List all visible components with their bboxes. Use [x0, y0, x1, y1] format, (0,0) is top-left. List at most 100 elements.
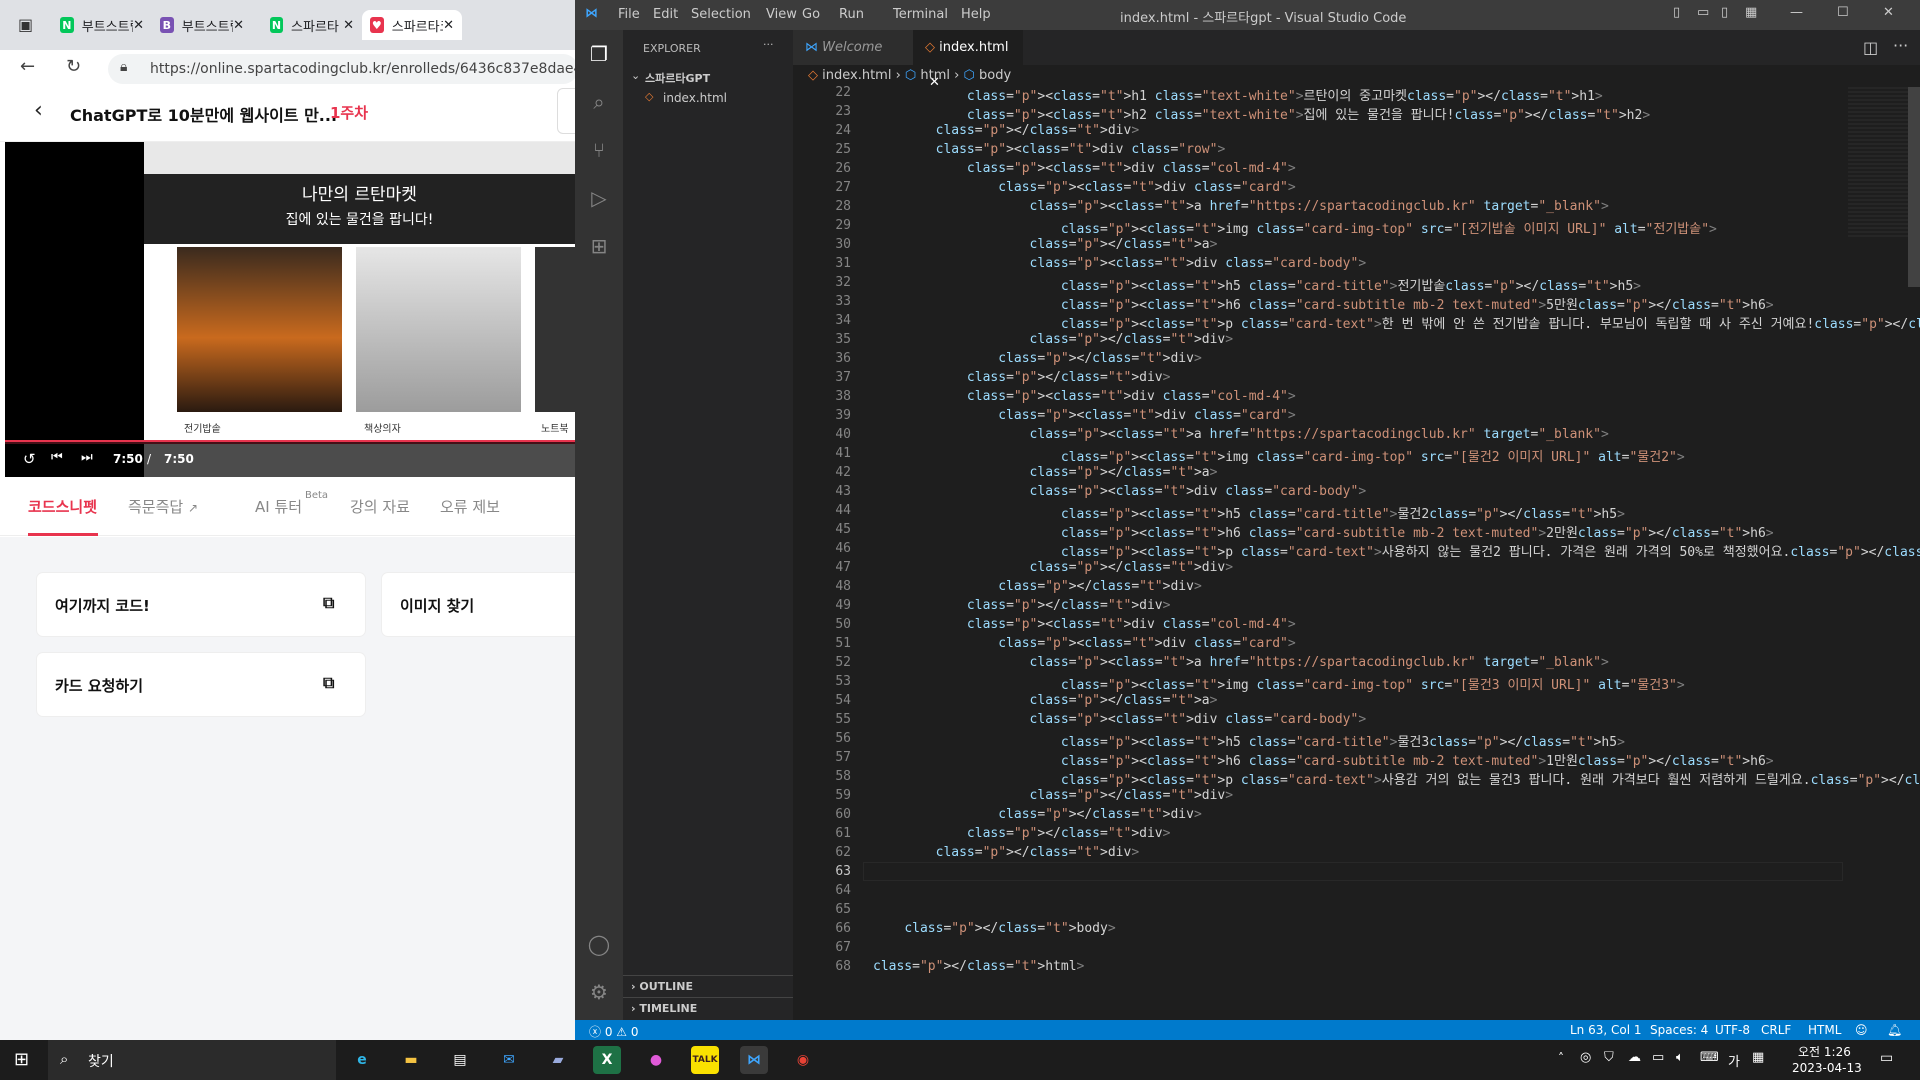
chrome-icon[interactable]: ◉ [789, 1046, 817, 1074]
copy-icon[interactable]: ⧉ [323, 673, 334, 693]
notifications-icon[interactable]: 🔔︎ [1887, 1023, 1902, 1037]
explorer-more-icon[interactable]: ··· [763, 38, 774, 51]
browser-tab[interactable]: N 스파르타 코✕ [262, 10, 362, 40]
reload-icon[interactable]: ↻ [66, 56, 81, 77]
file-index-html[interactable]: index.html [663, 91, 727, 105]
file-explorer-icon[interactable]: ▬ [397, 1046, 425, 1074]
excel-icon[interactable]: X [593, 1046, 621, 1074]
menu-selection[interactable]: Selection [691, 7, 751, 22]
vertical-scrollbar[interactable] [1908, 87, 1920, 287]
settings-gear-icon[interactable]: ⚙ [587, 980, 611, 1004]
menu-go[interactable]: Go [802, 7, 820, 22]
clock-time[interactable]: 오전 1:26 [1798, 1043, 1851, 1060]
tab-lecture-materials[interactable]: 강의 자료 [350, 496, 410, 517]
previous-icon[interactable]: ⏮ [51, 450, 63, 465]
breadcrumb-body[interactable]: body [979, 68, 1011, 83]
source-control-icon[interactable]: ⑂ [587, 138, 611, 162]
network-icon[interactable]: ▭ [1652, 1050, 1664, 1065]
edge-icon[interactable]: e [348, 1046, 376, 1074]
toggle-sidebar-icon[interactable]: ▯ [1673, 5, 1680, 20]
menu-file[interactable]: File [618, 7, 640, 22]
problems-indicator[interactable]: ⓧ 0 ⚠ 0 [589, 1023, 639, 1040]
video-player[interactable]: 나만의 르탄마켓 집에 있는 물건을 팝니다! 전기밥솥 책상의자 노트북 ↺ … [5, 142, 575, 477]
maximize-icon[interactable]: ☐ [1837, 5, 1849, 20]
notes-icon[interactable]: ▰ [544, 1046, 572, 1074]
header-action-box[interactable] [557, 88, 575, 134]
close-tab-icon[interactable]: ✕ [443, 18, 454, 33]
tab-ai-tutor[interactable]: AI 튜터 [255, 496, 302, 517]
store-icon[interactable]: ▤ [446, 1046, 474, 1074]
menu-run[interactable]: Run [839, 7, 864, 22]
close-tab-icon[interactable]: ✕ [233, 18, 244, 33]
extensions-icon[interactable]: ⊞ [587, 234, 611, 258]
layout-icon[interactable]: ▦ [1745, 5, 1757, 20]
copy-icon[interactable]: ⧉ [323, 593, 334, 613]
video-card-1-title: 전기밥솥 [184, 424, 221, 435]
clock-date[interactable]: 2023-04-13 [1792, 1061, 1862, 1075]
account-icon[interactable]: ◯ [587, 932, 611, 956]
url-field[interactable]: https://online.spartacodingclub.kr/enrol… [108, 54, 575, 84]
start-icon[interactable]: ⊞ [14, 1049, 29, 1070]
close-tab-icon[interactable]: ✕ [133, 18, 144, 33]
tray-app-icon[interactable]: ◎ [1580, 1050, 1591, 1065]
volume-icon[interactable]: 🔈︎ [1676, 1050, 1684, 1065]
tab-welcome[interactable]: ⋈ Welcome [793, 30, 913, 65]
outline-section[interactable]: › OUTLINE [623, 975, 793, 997]
browser-tab[interactable]: B 부트스트랩✕ [152, 10, 252, 40]
close-window-icon[interactable]: ✕ [1883, 5, 1894, 20]
onedrive-icon[interactable]: ☁ [1628, 1050, 1641, 1065]
taskbar-search[interactable]: ⌕ 찾기 [48, 1040, 336, 1080]
ime-mode-icon[interactable]: ▦ [1752, 1050, 1764, 1065]
indentation[interactable]: Spaces: 4 [1650, 1023, 1708, 1037]
mail-icon[interactable]: ✉ [495, 1046, 523, 1074]
next-icon[interactable]: ⏭ [81, 450, 93, 465]
close-tab-icon[interactable]: ✕ [343, 18, 354, 33]
workspace-folder[interactable]: 스파르타GPT [645, 70, 710, 86]
folder-chevron-icon[interactable]: ⌄ [631, 69, 640, 82]
minimap[interactable] [1848, 87, 1908, 237]
feedback-icon[interactable]: ☺ [1855, 1023, 1868, 1037]
back-arrow-icon[interactable]: ‹ [34, 98, 43, 123]
tab-instant-qa[interactable]: 즉문즉답 ↗ [128, 496, 198, 517]
ime-indicator[interactable]: 가 [1728, 1051, 1740, 1070]
cursor-position[interactable]: Ln 63, Col 1 [1570, 1023, 1642, 1037]
timeline-section[interactable]: › TIMELINE [623, 997, 793, 1019]
menu-help[interactable]: Help [961, 7, 991, 22]
explorer-icon[interactable]: ❐ [587, 42, 611, 66]
browser-tab[interactable]: ♥ 스파르타코✕ [362, 10, 462, 40]
vscode-taskbar-icon[interactable]: ⋈ [740, 1046, 768, 1074]
snippet-find-image[interactable]: 이미지 찾기 [382, 573, 575, 636]
minimize-icon[interactable]: — [1790, 5, 1803, 20]
back-icon[interactable]: ← [20, 56, 35, 77]
code-editor[interactable]: 22 class="p"><class="t">h1 class="text-w… [793, 85, 1920, 1020]
toggle-secondary-icon[interactable]: ▯ [1721, 5, 1728, 20]
tab-actions-icon[interactable]: ▣ [18, 15, 33, 34]
menu-terminal[interactable]: Terminal [893, 7, 948, 22]
editor-more-icon[interactable]: ··· [1893, 36, 1908, 55]
site-info-icon[interactable]: 🔒︎ [120, 59, 127, 75]
snippet-code-so-far[interactable]: 여기까지 코드! ⧉ [37, 573, 365, 636]
tab-index-html[interactable]: ◇ index.html ✕ [913, 30, 1023, 90]
tab-code-snippet[interactable]: 코드스니펫 [28, 496, 97, 517]
browser-tab[interactable]: N 부트스트랩✕ [52, 10, 152, 40]
notification-center-icon[interactable]: ▭ [1880, 1050, 1893, 1066]
menu-edit[interactable]: Edit [653, 7, 678, 22]
split-editor-icon[interactable]: ◫ [1863, 38, 1878, 57]
line-ending[interactable]: CRLF [1761, 1023, 1791, 1037]
snippet-card-request[interactable]: 카드 요청하기 ⧉ [37, 653, 365, 716]
tray-chevron-icon[interactable]: ˄ [1558, 1051, 1564, 1065]
breadcrumb-html[interactable]: html [920, 68, 950, 83]
breadcrumb-file[interactable]: index.html [822, 68, 891, 83]
kakaotalk-icon[interactable]: TALK [691, 1046, 719, 1074]
encoding[interactable]: UTF-8 [1715, 1023, 1750, 1037]
toggle-panel-icon[interactable]: ▭ [1697, 5, 1709, 20]
paint-icon[interactable]: ● [642, 1046, 670, 1074]
search-icon[interactable]: ⌕ [587, 90, 611, 114]
run-debug-icon[interactable]: ▷ [587, 186, 611, 210]
language-mode[interactable]: HTML [1808, 1023, 1841, 1037]
tray-security-icon[interactable]: ⛉ [1604, 1050, 1614, 1065]
keyboard-icon[interactable]: ⌨ [1700, 1050, 1719, 1065]
replay-icon[interactable]: ↺ [23, 450, 36, 468]
menu-view[interactable]: View [766, 7, 797, 22]
tab-error-report[interactable]: 오류 제보 [440, 496, 500, 517]
